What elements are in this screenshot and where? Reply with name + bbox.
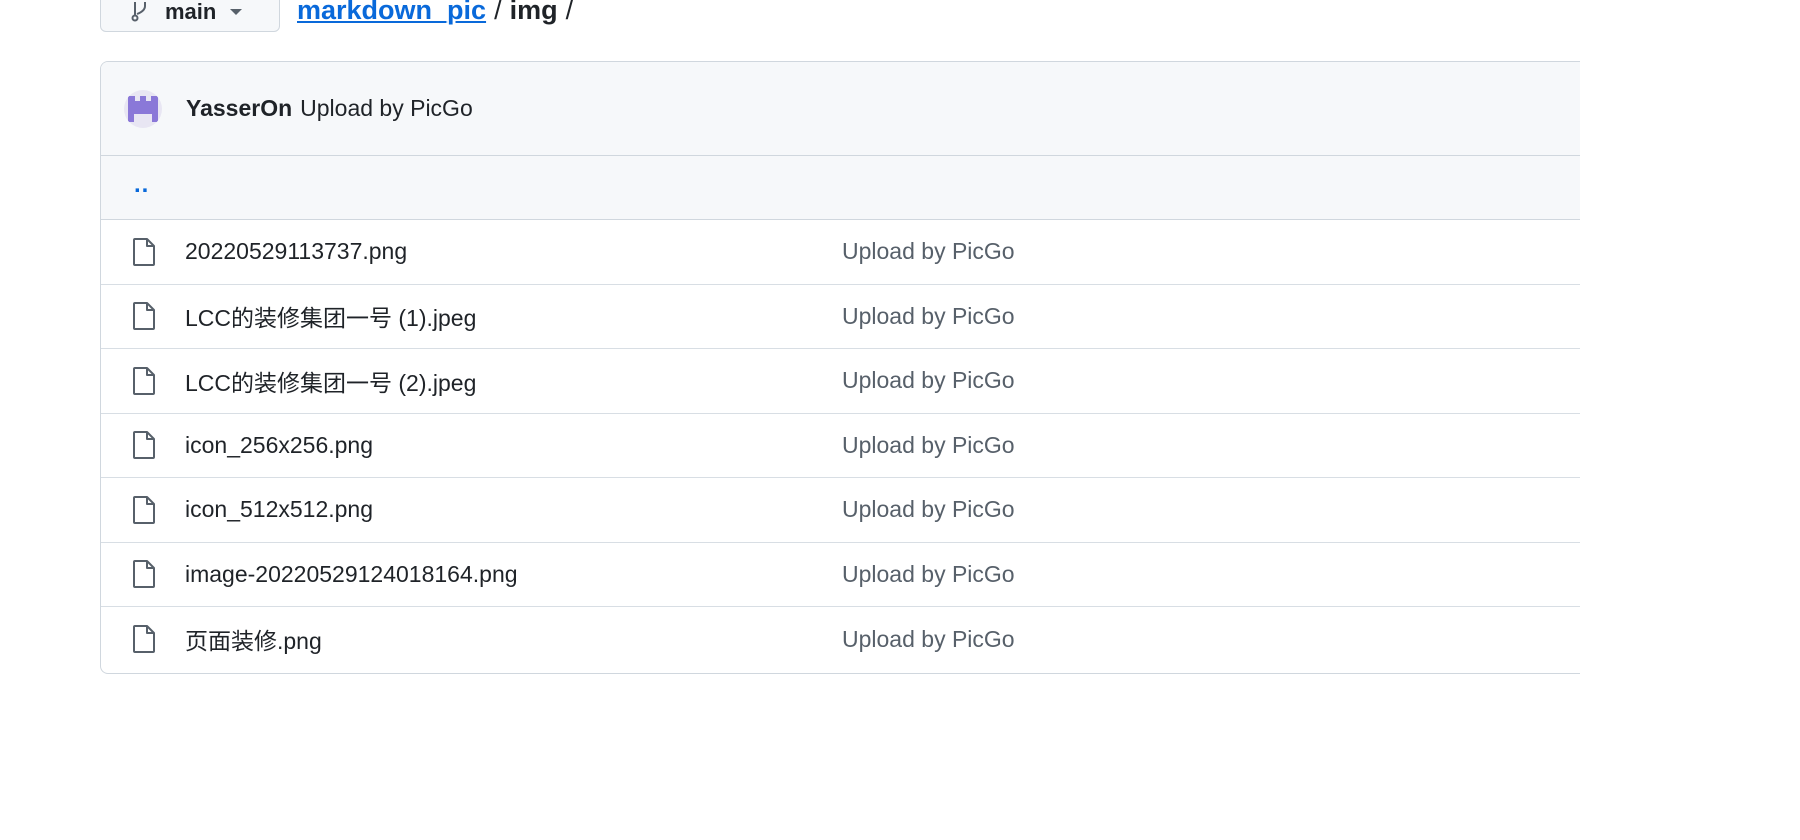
commit-message-link[interactable]: Upload by PicGo [300, 95, 473, 122]
commit-author-link[interactable]: YasserOn [186, 95, 292, 122]
file-list: 20220529113737.png Upload by PicGo LCC的装修集… [101, 220, 1580, 672]
avatar-castle-shape [128, 95, 158, 114]
file-row[interactable]: 页面装修.png Upload by PicGo [101, 607, 1580, 672]
file-name-link[interactable]: image-20220529124018164.png [185, 561, 518, 588]
parent-directory-link[interactable]: .. [134, 172, 149, 197]
file-name-link[interactable]: LCC的装修集团一号 (2).jpeg [185, 364, 476, 398]
avatar[interactable] [124, 89, 162, 128]
parent-directory-row[interactable]: .. [101, 156, 1580, 220]
latest-commit-header: YasserOn Upload by PicGo [101, 62, 1580, 156]
file-commit-message-link[interactable]: Upload by PicGo [842, 496, 1015, 523]
file-icon [133, 625, 155, 654]
file-icon [133, 366, 155, 395]
file-name-link[interactable]: 页面装修.png [185, 622, 322, 656]
file-row[interactable]: image-20220529124018164.png Upload by Pic… [101, 543, 1580, 607]
breadcrumb-repo-link[interactable]: markdown_pic [297, 0, 486, 26]
breadcrumb-separator: / [494, 0, 502, 25]
file-icon [133, 431, 155, 460]
git-branch-icon [131, 2, 146, 22]
branch-selector-button[interactable]: main [100, 0, 280, 32]
file-commit-message-link[interactable]: Upload by PicGo [842, 626, 1015, 653]
file-row[interactable]: LCC的装修集团一号 (1).jpeg Upload by PicGo [101, 285, 1580, 349]
file-icon [133, 560, 155, 589]
avatar-notch [146, 95, 151, 101]
file-row[interactable]: 20220529113737.png Upload by PicGo [101, 220, 1580, 285]
file-name-link[interactable]: 20220529113737.png [185, 238, 407, 265]
file-commit-message-link[interactable]: Upload by PicGo [842, 432, 1015, 459]
branch-label: main [165, 0, 217, 24]
file-icon [133, 237, 155, 266]
file-commit-message-link[interactable]: Upload by PicGo [842, 238, 1015, 265]
chevron-down-icon [230, 9, 243, 15]
file-row[interactable]: icon_256x256.png Upload by PicGo [101, 414, 1580, 478]
avatar-foot [128, 113, 134, 122]
file-row[interactable]: LCC的装修集团一号 (2).jpeg Upload by PicGo [101, 349, 1580, 414]
file-icon [133, 302, 155, 331]
breadcrumb-current-folder: img [509, 0, 558, 25]
file-name-link[interactable]: icon_512x512.png [185, 496, 373, 523]
file-name-link[interactable]: LCC的装修集团一号 (1).jpeg [185, 299, 476, 333]
file-browser: YasserOn Upload by PicGo .. 202205291137… [100, 61, 1580, 674]
breadcrumb-separator: / [565, 0, 574, 25]
repo-navigation-bar: main markdown_pic / img / [0, 0, 1568, 40]
file-commit-message-link[interactable]: Upload by PicGo [842, 303, 1015, 330]
avatar-foot [152, 113, 158, 122]
file-commit-message-link[interactable]: Upload by PicGo [842, 367, 1015, 394]
avatar-notch [135, 95, 140, 101]
file-row[interactable]: icon_512x512.png Upload by PicGo [101, 478, 1580, 543]
breadcrumb: markdown_pic / img / [297, 0, 581, 28]
file-name-link[interactable]: icon_256x256.png [185, 432, 373, 459]
file-icon [133, 495, 155, 524]
file-commit-message-link[interactable]: Upload by PicGo [842, 561, 1015, 588]
